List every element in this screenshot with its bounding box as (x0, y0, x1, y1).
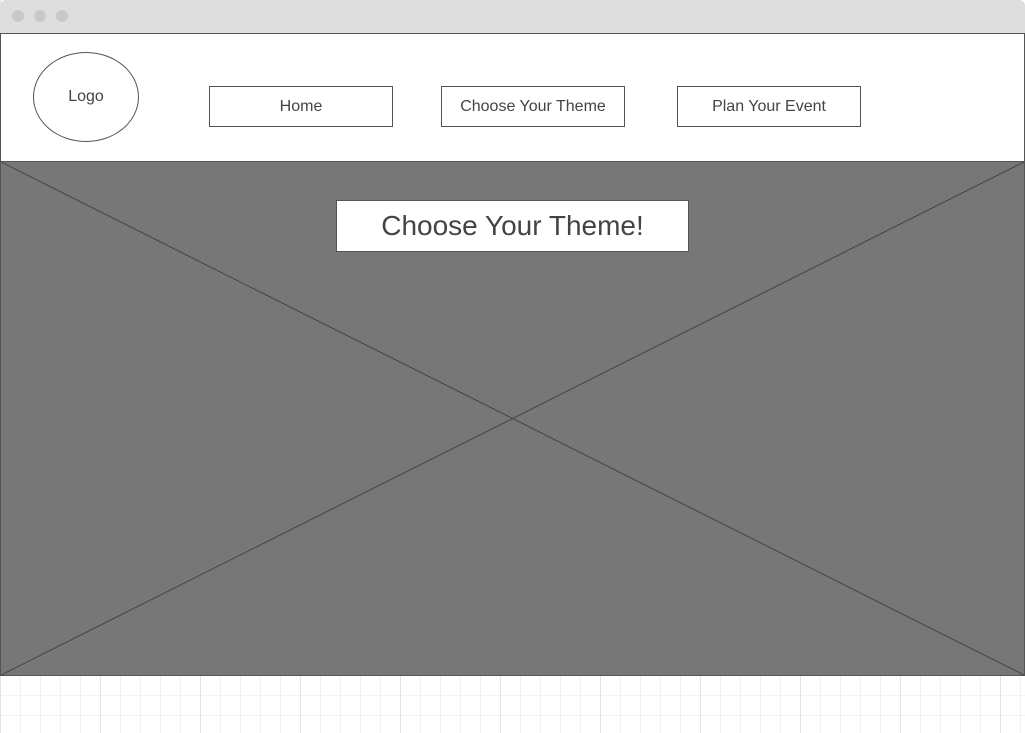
logo-placeholder[interactable]: Logo (33, 52, 139, 142)
page-frame: Logo Home Choose Your Theme Plan Your Ev… (0, 33, 1025, 676)
window-minimize-dot[interactable] (34, 10, 46, 22)
window-maximize-dot[interactable] (56, 10, 68, 22)
hero-title: Choose Your Theme! (381, 210, 644, 241)
window-close-dot[interactable] (12, 10, 24, 22)
nav-choose-theme-label: Choose Your Theme (460, 97, 606, 115)
nav-home-button[interactable]: Home (209, 86, 393, 127)
window-titlebar (0, 0, 1025, 33)
nav-plan-event-button[interactable]: Plan Your Event (677, 86, 861, 127)
logo-label: Logo (68, 88, 104, 105)
wireframe-canvas: Logo Home Choose Your Theme Plan Your Ev… (0, 0, 1025, 733)
hero-title-box: Choose Your Theme! (336, 200, 689, 252)
hero-image-placeholder: Choose Your Theme! (1, 162, 1024, 675)
site-header: Logo Home Choose Your Theme Plan Your Ev… (1, 34, 1024, 162)
nav-home-label: Home (279, 97, 323, 115)
nav-choose-theme-button[interactable]: Choose Your Theme (441, 86, 625, 127)
nav-plan-event-label: Plan Your Event (712, 97, 826, 115)
